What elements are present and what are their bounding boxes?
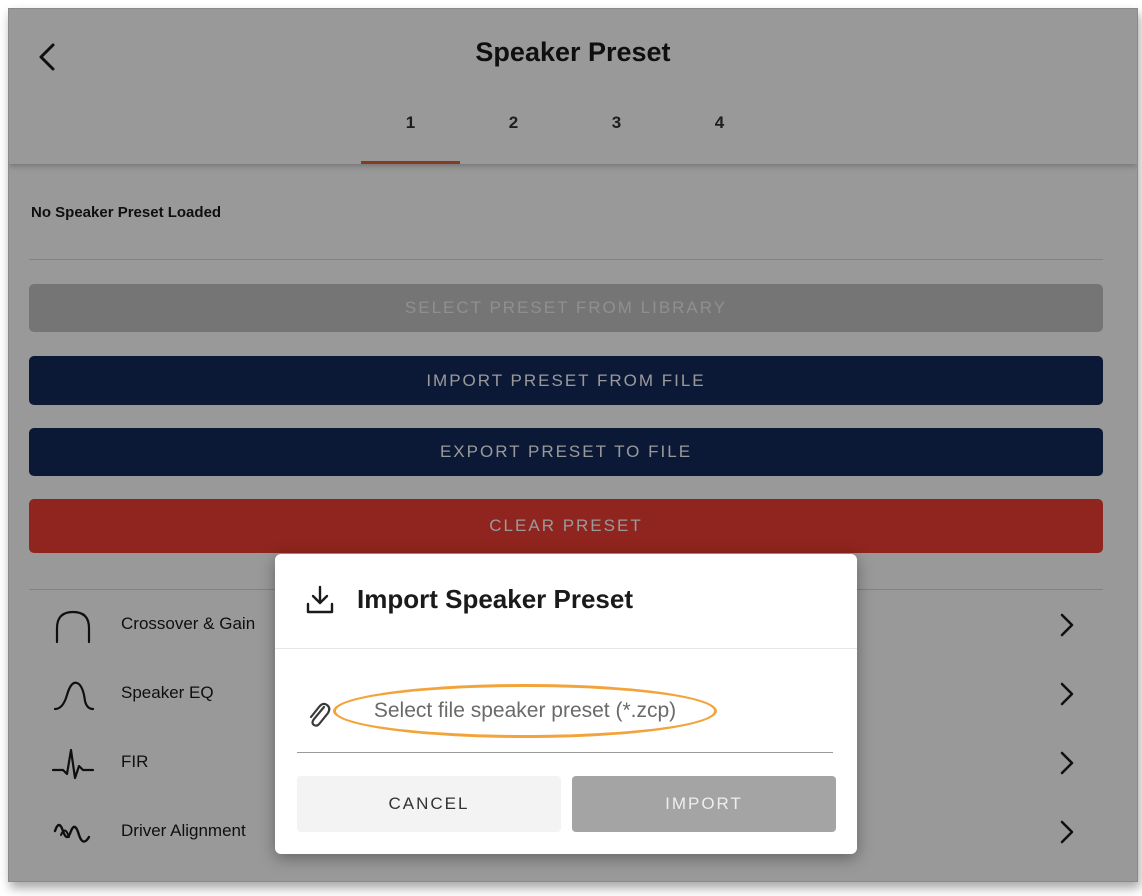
import-speaker-preset-dialog: Import Speaker Preset CANCEL IMPORT xyxy=(275,554,857,854)
file-select-highlight[interactable] xyxy=(333,684,717,738)
import-button[interactable]: IMPORT xyxy=(572,776,836,832)
app-window: Speaker Preset 1 2 3 4 No Speaker Preset… xyxy=(8,8,1138,882)
download-icon xyxy=(306,585,334,614)
cancel-button[interactable]: CANCEL xyxy=(297,776,561,832)
dialog-header: Import Speaker Preset xyxy=(275,554,857,649)
paperclip-icon xyxy=(309,702,331,727)
file-select-input[interactable] xyxy=(345,699,705,723)
dialog-title: Import Speaker Preset xyxy=(357,584,634,614)
file-select-field xyxy=(297,684,833,753)
